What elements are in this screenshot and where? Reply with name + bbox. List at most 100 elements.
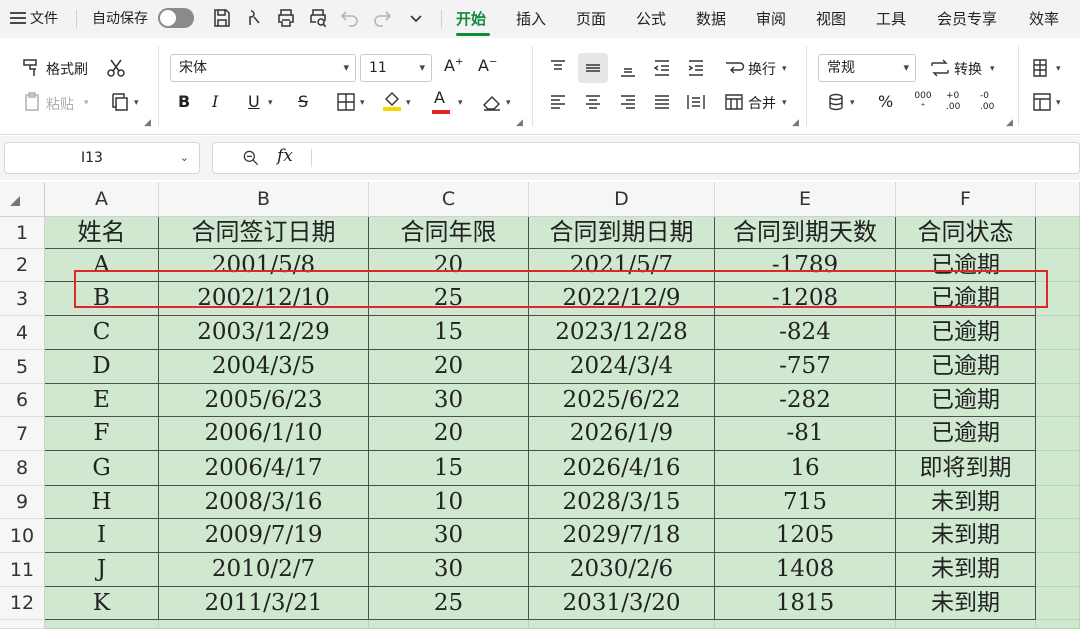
chevron-down-icon[interactable]: ▾ — [990, 64, 995, 74]
spreadsheet-grid[interactable]: A B C D E F 1 姓名 合同签订日期 合同年限 合同到期日期 合同到期天数 合同状态 2 A 200… — [0, 182, 1080, 629]
table-cell[interactable]: 25 — [369, 587, 529, 620]
underline-button[interactable]: U — [248, 92, 260, 111]
border-icon[interactable] — [334, 90, 358, 114]
share-icon[interactable] — [242, 6, 266, 30]
chevron-down-icon[interactable]: ▾ — [1056, 98, 1061, 108]
print-preview-icon[interactable] — [306, 6, 330, 30]
font-size-select[interactable]: 11 ▾ — [360, 54, 432, 82]
dialog-launcher-icon[interactable]: ◢ — [792, 118, 799, 128]
format-painter-button[interactable]: 格式刷 — [46, 59, 88, 79]
row-header-blank[interactable] — [0, 620, 45, 629]
distributed-align-icon[interactable] — [684, 90, 708, 114]
row-header-6[interactable]: 6 — [0, 384, 45, 417]
wrap-text-icon[interactable] — [722, 56, 746, 80]
table-cell[interactable]: 2009/7/19 — [159, 519, 369, 553]
format-painter-icon[interactable] — [20, 56, 44, 80]
header-cell[interactable]: 姓名 — [45, 217, 159, 249]
empty-cell[interactable] — [529, 620, 715, 629]
paste-icon[interactable] — [20, 90, 44, 114]
increase-font-icon[interactable]: A+ — [444, 56, 463, 75]
table-cell[interactable]: 2004/3/5 — [159, 350, 369, 384]
table-cell[interactable]: 2006/1/10 — [159, 417, 369, 451]
align-bottom-icon[interactable] — [616, 56, 640, 80]
table-cell[interactable]: 2028/3/15 — [529, 486, 715, 519]
row-header-5[interactable]: 5 — [0, 350, 45, 384]
table-cell[interactable]: 15 — [369, 451, 529, 486]
table-cell[interactable]: -282 — [715, 384, 896, 417]
row-header-12[interactable]: 12 — [0, 587, 45, 620]
save-icon[interactable] — [210, 6, 234, 30]
table-cell[interactable]: 未到期 — [896, 587, 1036, 620]
dialog-launcher-icon[interactable]: ◢ — [516, 118, 523, 128]
chevron-down-icon[interactable]: ▾ — [506, 98, 511, 108]
italic-button[interactable]: I — [212, 92, 218, 111]
tab-efficiency[interactable]: 效率 — [1029, 0, 1059, 38]
autosave-toggle[interactable] — [158, 8, 194, 28]
empty-cell[interactable] — [896, 620, 1036, 629]
column-header-a[interactable]: A — [45, 182, 159, 217]
convert-icon[interactable] — [928, 56, 952, 80]
eraser-icon[interactable] — [480, 90, 504, 114]
wrap-text-button[interactable]: 换行 — [748, 59, 776, 79]
zoom-icon[interactable] — [241, 148, 261, 168]
tab-member[interactable]: 会员专享 — [937, 0, 997, 38]
chevron-down-icon[interactable]: ▾ — [406, 98, 411, 108]
table-cell[interactable]: 1205 — [715, 519, 896, 553]
header-cell[interactable]: 合同状态 — [896, 217, 1036, 249]
empty-cell[interactable] — [1036, 620, 1080, 629]
bold-button[interactable]: B — [178, 92, 190, 111]
table-cell[interactable]: H — [45, 486, 159, 519]
row-header-2[interactable]: 2 — [0, 249, 45, 282]
chevron-down-icon[interactable]: ▾ — [268, 98, 273, 108]
chevron-down-icon[interactable]: ▾ — [782, 64, 787, 74]
column-header-f[interactable]: F — [896, 182, 1036, 217]
chevron-down-icon[interactable] — [404, 6, 428, 30]
cut-icon[interactable] — [104, 56, 128, 80]
column-header-b[interactable]: B — [159, 182, 369, 217]
table-cell[interactable]: 10 — [369, 486, 529, 519]
convert-button[interactable]: 转换 — [954, 59, 982, 79]
table-cell[interactable]: 30 — [369, 519, 529, 553]
align-left-icon[interactable] — [546, 90, 570, 114]
empty-cell[interactable] — [1036, 587, 1080, 620]
table-cell[interactable]: G — [45, 451, 159, 486]
align-middle-icon[interactable] — [581, 56, 605, 80]
table-cell[interactable]: 2011/3/21 — [159, 587, 369, 620]
empty-cell[interactable] — [159, 620, 369, 629]
empty-cell[interactable] — [45, 620, 159, 629]
chevron-down-icon[interactable]: ▾ — [1056, 64, 1061, 74]
empty-cell[interactable] — [1036, 486, 1080, 519]
header-cell[interactable]: 合同年限 — [369, 217, 529, 249]
tab-review[interactable]: 审阅 — [756, 0, 786, 38]
merge-cells-icon[interactable] — [722, 90, 746, 114]
table-cell[interactable]: -824 — [715, 316, 896, 350]
chevron-down-icon[interactable]: ▾ — [84, 98, 89, 108]
table-cell[interactable]: E — [45, 384, 159, 417]
table-cell[interactable]: 2024/3/4 — [529, 350, 715, 384]
table-cell[interactable]: 已逾期 — [896, 350, 1036, 384]
table-cell[interactable]: 20 — [369, 350, 529, 384]
table-cell[interactable]: 即将到期 — [896, 451, 1036, 486]
empty-cell[interactable] — [1036, 217, 1080, 249]
table-cell[interactable]: 2026/4/16 — [529, 451, 715, 486]
align-top-icon[interactable] — [546, 56, 570, 80]
hamburger-icon[interactable] — [6, 6, 30, 30]
table-cell[interactable]: D — [45, 350, 159, 384]
table-cell[interactable]: 2026/1/9 — [529, 417, 715, 451]
empty-cell[interactable] — [1036, 384, 1080, 417]
empty-cell[interactable] — [1036, 553, 1080, 587]
table-cell[interactable]: 2030/2/6 — [529, 553, 715, 587]
chevron-down-icon[interactable]: ▾ — [782, 98, 787, 108]
table-cell[interactable]: 1408 — [715, 553, 896, 587]
name-box[interactable]: I13 ⌄ — [4, 142, 200, 174]
table-cell[interactable]: 1815 — [715, 587, 896, 620]
table-cell[interactable]: 2029/7/18 — [529, 519, 715, 553]
table-cell[interactable]: 20 — [369, 417, 529, 451]
dialog-launcher-icon[interactable]: ◢ — [144, 118, 151, 128]
table-cell[interactable]: 已逾期 — [896, 384, 1036, 417]
empty-cell[interactable] — [1036, 316, 1080, 350]
header-cell[interactable]: 合同到期日期 — [529, 217, 715, 249]
increase-decimal-button[interactable]: +0 .00 — [946, 91, 970, 113]
fill-color-icon[interactable] — [380, 88, 404, 112]
paste-button[interactable]: 粘贴 — [46, 94, 74, 114]
